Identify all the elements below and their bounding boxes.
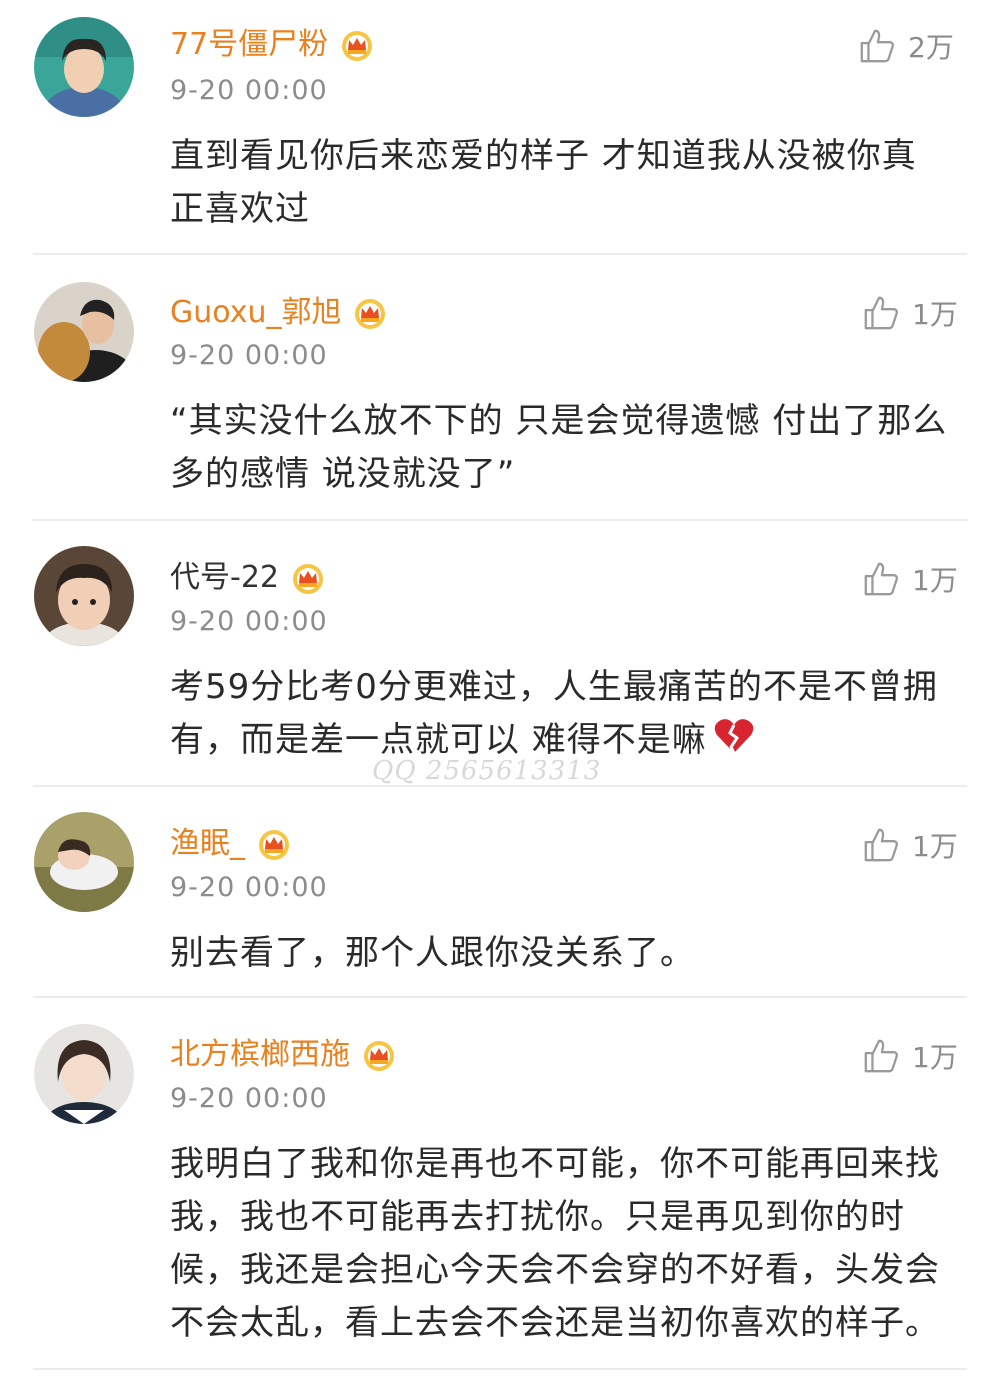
avatar-icon [34,812,134,912]
comment-item: 渔眠_ 9-20 00:00 1万 别去看了，那个人跟你没关系了。 [0,787,1000,998]
avatar-icon [34,282,134,382]
thumbs-up-icon [864,828,898,862]
avatar-icon [34,1024,134,1124]
crown-badge-icon [355,299,386,329]
comment-text-body: 考59分比考0分更难过，人生最痛苦的不是不曾拥有，而是差一点就可以 难得不是嘛 [170,667,938,760]
like-button[interactable]: 1万 [862,1036,958,1076]
like-button[interactable]: 1万 [862,293,958,333]
username[interactable]: 代号-22 [170,558,325,598]
like-count: 1万 [912,1041,958,1074]
comment-time: 9-20 00:00 [170,606,328,637]
username[interactable]: 77号僵尸粉 [170,25,374,65]
comment-item: 77号僵尸粉 9-20 00:00 2万 直到看见你后来恋爱的样子 才知道我从没… [0,0,1000,255]
like-count: 1万 [912,298,958,331]
thumbs-up-icon [864,562,898,596]
crown-badge-icon [259,830,289,860]
username-label[interactable]: 77号僵尸粉 [170,25,328,65]
comment-text: 直到看见你后来恋爱的样子 才知道我从没被你真正喜欢过 [170,136,917,229]
comment-time: 9-20 00:00 [170,340,328,371]
watermark: QQ 2565613313 [372,756,602,786]
avatar[interactable] [34,546,134,646]
avatar-icon [34,17,134,117]
crown-badge-icon [293,564,323,594]
divider [33,1368,967,1370]
username[interactable]: 渔眠_ [170,824,291,864]
crown-badge-icon [342,31,373,61]
username-label[interactable]: 渔眠_ [170,824,245,864]
avatar[interactable] [34,282,134,382]
comment-time: 9-20 00:00 [170,1083,328,1114]
avatar-icon [34,546,134,646]
like-count: 1万 [912,830,958,863]
username-label[interactable]: Guoxu_郭旭 [170,293,341,333]
thumbs-up-icon [860,29,894,63]
avatar[interactable] [34,1024,134,1124]
like-button[interactable]: 2万 [858,26,954,66]
like-count: 1万 [912,564,958,597]
avatar[interactable] [34,812,134,912]
comment-text: “其实没什么放不下的 只是会觉得遗憾 付出了那么多的感情 说没就没了” [170,401,948,494]
comment-item: 北方槟榔西施 9-20 00:00 1万 我明白了我和你是再也不可能，你不可能再… [0,998,1000,1370]
comment-time: 9-20 00:00 [170,75,328,106]
username-label[interactable]: 北方槟榔西施 [170,1035,350,1075]
comment-item: 代号-22 9-20 00:00 1万 考59分比考0分更难过，人生最痛苦的不是… [0,521,1000,787]
like-button[interactable]: 1万 [862,559,958,599]
comment-text: 别去看了，那个人跟你没关系了。 [170,933,695,973]
avatar[interactable] [34,17,134,117]
like-count: 2万 [908,31,954,64]
comment-item: Guoxu_郭旭 9-20 00:00 1万 “其实没什么放不下的 只是会觉得遗… [0,255,1000,521]
username[interactable]: 北方槟榔西施 [170,1035,396,1075]
comment-time: 9-20 00:00 [170,872,328,903]
username[interactable]: Guoxu_郭旭 [170,293,387,333]
like-button[interactable]: 1万 [862,825,958,865]
crown-badge-icon [364,1041,394,1071]
comment-text: 考59分比考0分更难过，人生最痛苦的不是不曾拥有，而是差一点就可以 难得不是嘛 [170,661,970,767]
broken-heart-icon [714,719,754,754]
thumbs-up-icon [864,1039,898,1073]
thumbs-up-icon [864,296,898,330]
username-label[interactable]: 代号-22 [170,558,279,598]
comment-text: 我明白了我和你是再也不可能，你不可能再回来找我，我也不可能再去打扰你。只是再见到… [170,1144,940,1343]
